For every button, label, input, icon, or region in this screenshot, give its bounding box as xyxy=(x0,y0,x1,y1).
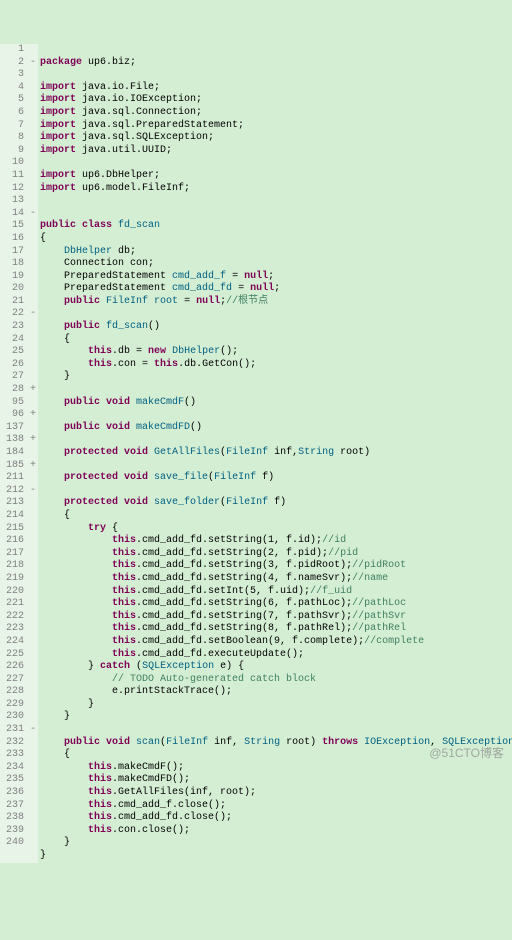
code-line: import java.io.IOException; xyxy=(40,94,202,105)
line-gutter: 1 2 3 4 5 6 7 8 9 10 11 12 13 14 15 16 1… xyxy=(0,44,28,863)
code-line: } xyxy=(40,837,70,848)
code-line: import java.io.File; xyxy=(40,82,160,93)
code-line: protected void save_file(FileInf f) xyxy=(40,472,274,483)
code-line: this.cmd_add_fd.setString(7, f.pathSvr);… xyxy=(40,611,406,622)
code-line: protected void GetAllFiles(FileInf inf,S… xyxy=(40,447,370,458)
watermark: @51CTO博客 xyxy=(429,744,504,761)
code-line: } xyxy=(40,699,94,710)
code-line: public FileInf root = null;//根节点 xyxy=(40,296,268,307)
code-line: this.cmd_add_fd.setBoolean(9, f.complete… xyxy=(40,636,424,647)
code-line: } catch (SQLException e) { xyxy=(40,661,244,672)
code-line: PreparedStatement cmd_add_f = null; xyxy=(40,271,274,282)
code-line: this.cmd_add_f.close(); xyxy=(40,800,226,811)
code-line: package up6.biz; xyxy=(40,57,136,68)
code-line: public void makeCmdF() xyxy=(40,397,196,408)
code-line: Connection con; xyxy=(40,258,154,269)
code-line: this.makeCmdFD(); xyxy=(40,774,190,785)
code-editor[interactable]: 1 2 3 4 5 6 7 8 9 10 11 12 13 14 15 16 1… xyxy=(0,44,512,863)
code-line: this.db = new DbHelper(); xyxy=(40,346,238,357)
code-line: protected void save_folder(FileInf f) xyxy=(40,497,286,508)
code-line: // TODO Auto-generated catch block xyxy=(40,674,316,685)
code-line: DbHelper db; xyxy=(40,246,136,257)
code-line: this.cmd_add_fd.setString(2, f.pid);//pi… xyxy=(40,548,358,559)
code-line: import java.sql.Connection; xyxy=(40,107,202,118)
fold-gutter[interactable]: - - - + + + + - - xyxy=(28,44,38,863)
code-line: } xyxy=(40,711,70,722)
code-line: this.cmd_add_fd.setString(4, f.nameSvr);… xyxy=(40,573,388,584)
code-line: this.cmd_add_fd.setString(6, f.pathLoc);… xyxy=(40,598,406,609)
code-line: } xyxy=(40,850,46,861)
code-line: this.cmd_add_fd.close(); xyxy=(40,812,232,823)
code-line: try { xyxy=(40,523,118,534)
code-line: this.cmd_add_fd.setString(1, f.id);//id xyxy=(40,535,346,546)
code-line: { xyxy=(40,233,46,244)
code-line: this.con = this.db.GetCon(); xyxy=(40,359,256,370)
code-line: { xyxy=(40,334,70,345)
code-line: PreparedStatement cmd_add_fd = null; xyxy=(40,283,280,294)
code-line: this.makeCmdF(); xyxy=(40,762,184,773)
code-line: e.printStackTrace(); xyxy=(40,686,232,697)
code-line: this.con.close(); xyxy=(40,825,190,836)
code-line: this.cmd_add_fd.setString(8, f.pathRel);… xyxy=(40,623,406,634)
code-line: import up6.model.FileInf; xyxy=(40,183,190,194)
code-line: { xyxy=(40,749,70,760)
code-line: this.cmd_add_fd.executeUpdate(); xyxy=(40,649,304,660)
code-line: public fd_scan() xyxy=(40,321,160,332)
code-line: import java.util.UUID; xyxy=(40,145,172,156)
code-line: import java.sql.PreparedStatement; xyxy=(40,120,244,131)
code-line: public void makeCmdFD() xyxy=(40,422,202,433)
code-line: import up6.DbHelper; xyxy=(40,170,160,181)
code-line: { xyxy=(40,510,70,521)
code-line: this.GetAllFiles(inf, root); xyxy=(40,787,256,798)
code-line: import java.sql.SQLException; xyxy=(40,132,214,143)
code-line: this.cmd_add_fd.setInt(5, f.uid);//f_uid xyxy=(40,586,352,597)
code-line: this.cmd_add_fd.setString(3, f.pidRoot);… xyxy=(40,560,406,571)
code-area[interactable]: package up6.biz; import java.io.File; im… xyxy=(38,44,512,863)
code-line: } xyxy=(40,371,70,382)
code-line: public class fd_scan xyxy=(40,220,160,231)
